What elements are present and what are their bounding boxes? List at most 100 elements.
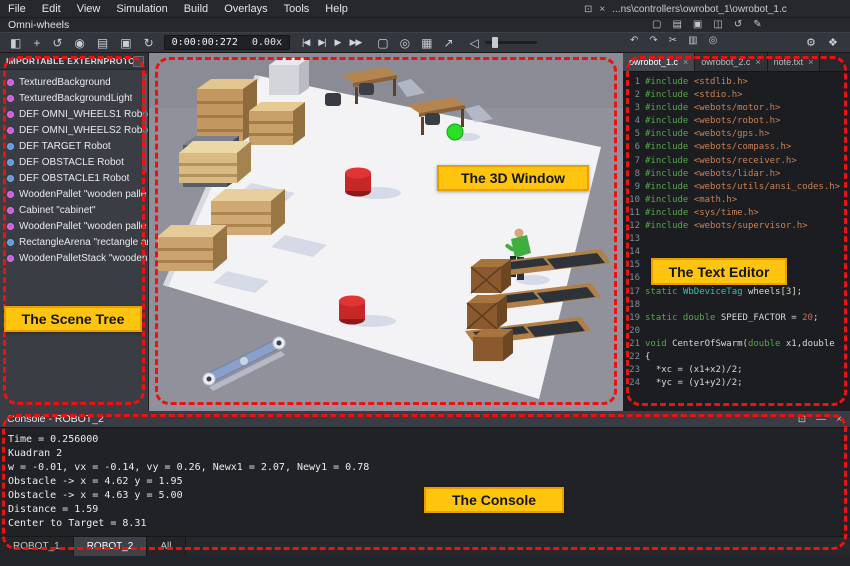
code-line: 8#include <webots/lidar.h> (623, 168, 850, 181)
rewind-icon[interactable]: |◀ (302, 37, 309, 48)
code-line: 6#include <webots/compass.h> (623, 141, 850, 154)
tree-item[interactable]: DEF OBSTACLE1 Robot (0, 170, 148, 186)
menu-tools[interactable]: Tools (276, 0, 318, 18)
fast-forward-icon[interactable]: ▶▶ (349, 37, 361, 48)
scene-tree-scrollbar[interactable] (142, 73, 147, 173)
tree-item[interactable]: RectangleArena "rectangle are (0, 234, 148, 250)
new-file-icon[interactable]: ▢ (652, 20, 661, 30)
tree-item[interactable]: DEF OBSTACLE Robot (0, 154, 148, 170)
menu-edit[interactable]: Edit (34, 0, 69, 18)
add-node-icon[interactable]: + (33, 37, 40, 49)
menu-view[interactable]: View (69, 0, 109, 18)
menu-build[interactable]: Build (176, 0, 216, 18)
console-float-icon[interactable]: ⊡ (798, 415, 806, 425)
tree-item-label: DEF OMNI_WHEELS2 Robot (19, 125, 148, 136)
console-close-icon[interactable]: × (836, 415, 842, 425)
line-number: 23 (623, 364, 645, 377)
attach-icon[interactable]: ❖ (828, 36, 838, 49)
speaker-icon[interactable]: ◁ (470, 37, 479, 49)
tree-item-label: TexturedBackground (19, 77, 111, 88)
console-minimize-icon[interactable]: — (816, 415, 826, 425)
console-tab-ROBOT_1[interactable]: ROBOT_1 (0, 537, 74, 556)
save-as-icon[interactable]: ◫ (713, 20, 722, 30)
simulation-speed: 0.00x (252, 37, 282, 48)
cardboard-box[interactable] (269, 58, 309, 95)
volume-slider[interactable] (485, 41, 537, 44)
editor-panel-titlebar: ⊡ × ...ns\controllers\owrobot_1\owrobot_… (584, 0, 787, 18)
line-number: 4 (623, 115, 645, 128)
line-number: 5 (623, 128, 645, 141)
simulation-time: 0:00:00:272 (172, 37, 238, 48)
editor-panel-title: ...ns\controllers\owrobot_1\owrobot_1.c (612, 4, 787, 15)
reset-simulation-icon[interactable]: ↺ (52, 37, 62, 49)
menu-simulation[interactable]: Simulation (108, 0, 175, 18)
tree-item-label: DEF OMNI_WHEELS1 Robot (19, 109, 148, 120)
edit-pencil-icon[interactable]: ✎ (753, 20, 761, 30)
node-icon (7, 239, 14, 246)
menu-help[interactable]: Help (317, 0, 356, 18)
console-tab-All[interactable]: All (147, 537, 185, 556)
tree-item[interactable]: WoodenPallet "wooden palle (0, 186, 148, 202)
console-title: Console - ROBOT_2 (0, 413, 104, 425)
editor-float-icon[interactable]: ⊡ (584, 4, 592, 15)
share-icon[interactable]: ↗ (443, 37, 453, 49)
obstacle-cylinder-2[interactable] (339, 296, 365, 325)
tab-label: owrobot_2.c (701, 57, 750, 67)
tab-close-icon[interactable]: × (683, 57, 688, 67)
save-file-icon[interactable]: ▣ (693, 20, 702, 30)
save-world-icon[interactable]: ▣ (120, 37, 131, 49)
annotation-label-viewport: The 3D Window (437, 165, 589, 191)
revert-file-icon[interactable]: ↺ (734, 20, 742, 30)
tree-item[interactable]: WoodenPalletStack "wooden (0, 250, 148, 266)
main-toolbar: ◧+↺◉▤▣↻ 0:00:00:272 0.00x |◀▶|▶▶▶ ▢◎▦↗ ◁ (0, 32, 850, 53)
tree-item[interactable]: WoodenPallet "wooden palle (0, 218, 148, 234)
reload-world-icon[interactable]: ↻ (144, 37, 154, 49)
scene-tree-toggle-icon[interactable]: ◧ (10, 37, 21, 49)
cut-icon[interactable]: ✂ (669, 36, 677, 46)
tree-item[interactable]: TexturedBackgroundLight (0, 90, 148, 106)
node-icon (7, 159, 14, 166)
console-line: Center to Target = 8.31 (8, 517, 842, 531)
code-area[interactable]: 1#include <stdlib.h>2#include <stdio.h>3… (623, 72, 850, 390)
wooden-crates[interactable] (467, 259, 513, 361)
copy-icon[interactable]: ▥ (688, 36, 697, 46)
undo-icon[interactable]: ↶ (630, 36, 638, 46)
tab-close-icon[interactable]: × (755, 57, 760, 67)
menu-file[interactable]: File (0, 0, 34, 18)
redo-icon[interactable]: ↷ (649, 36, 657, 46)
editor-tab-note.txt[interactable]: note.txt× (768, 53, 821, 71)
open-world-icon[interactable]: ▤ (97, 37, 108, 49)
console-tab-ROBOT_2[interactable]: ROBOT_2 (74, 537, 148, 556)
tab-close-icon[interactable]: × (808, 57, 813, 67)
obstacle-cylinder-1[interactable] (345, 168, 371, 197)
play-icon[interactable]: ▶ (335, 37, 341, 48)
settings-gear-icon[interactable]: ⚙ (806, 36, 816, 49)
editor-tab-owrobot_2.c[interactable]: owrobot_2.c × (695, 53, 767, 71)
find-icon[interactable]: ◎ (709, 36, 718, 46)
open-file-icon[interactable]: ▤ (672, 20, 681, 30)
viewport-3d[interactable] (149, 53, 623, 411)
scene-tree-header-button[interactable] (133, 56, 144, 67)
tree-item-label: WoodenPallet "wooden palle (19, 189, 146, 200)
render-view-icon[interactable]: ◉ (74, 37, 84, 49)
tree-item[interactable]: Cabinet "cabinet" (0, 202, 148, 218)
line-number: 2 (623, 89, 645, 102)
target-sphere[interactable] (447, 124, 463, 140)
annotation-label-console: The Console (424, 487, 564, 513)
tree-item[interactable]: DEF TARGET Robot (0, 138, 148, 154)
movie-record-icon[interactable]: ◎ (400, 37, 410, 49)
code-line: 2#include <stdio.h> (623, 89, 850, 102)
overlay-grid-icon[interactable]: ▦ (421, 37, 432, 49)
menu-overlays[interactable]: Overlays (216, 0, 275, 18)
annotation-label-scene-tree: The Scene Tree (4, 306, 142, 332)
tree-item[interactable]: DEF OMNI_WHEELS1 Robot (0, 106, 148, 122)
tree-item[interactable]: TexturedBackground (0, 74, 148, 90)
editor-tab-owrobot_1.c[interactable]: owrobot_1.c× (623, 53, 695, 71)
node-icon (7, 175, 14, 182)
step-icon[interactable]: ▶| (318, 37, 325, 48)
node-icon (7, 111, 14, 118)
fullscreen-icon[interactable]: ▢ (377, 37, 388, 49)
volume-slider-thumb[interactable] (492, 37, 498, 48)
editor-panel-close-icon[interactable]: × (599, 4, 605, 15)
tree-item[interactable]: DEF OMNI_WHEELS2 Robot (0, 122, 148, 138)
